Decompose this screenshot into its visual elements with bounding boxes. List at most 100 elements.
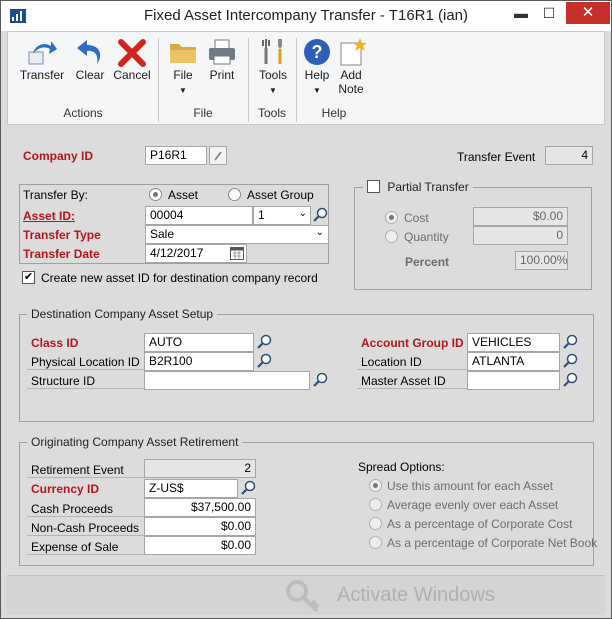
- master-asset-label: Master Asset ID: [357, 370, 467, 389]
- printer-icon: [209, 39, 235, 65]
- svg-text:?: ?: [312, 42, 323, 62]
- structure-id-field[interactable]: [144, 371, 310, 390]
- asset-id-field[interactable]: 00004: [145, 206, 253, 225]
- master-asset-field[interactable]: [467, 371, 560, 390]
- quantity-label: Quantity: [404, 230, 449, 244]
- asset-suffix-select[interactable]: 1 ⌄: [253, 206, 311, 225]
- help-menu-button[interactable]: ? Help ▼: [298, 36, 336, 106]
- spread-corporate-cost-radio[interactable]: [369, 517, 382, 530]
- physical-location-label: Physical Location ID: [27, 351, 144, 370]
- group-file-label: File: [193, 106, 213, 120]
- cash-proceeds-field[interactable]: $37,500.00: [144, 498, 256, 517]
- tools-dropdown-icon: ▼: [269, 86, 277, 95]
- help-dropdown-icon: ▼: [313, 86, 321, 95]
- asset-radio-label: Asset: [168, 188, 199, 202]
- transfer-button[interactable]: Transfer: [14, 36, 70, 106]
- transfer-date-label: Transfer Date: [23, 247, 100, 261]
- master-asset-lookup-icon[interactable]: [562, 372, 578, 388]
- company-id-field[interactable]: P16R1: [145, 146, 207, 165]
- percent-field: 100.00%: [515, 251, 568, 270]
- ribbon: Transfer Clear Cancel File ▼ Print Tools…: [7, 31, 605, 125]
- clear-label: Clear: [75, 68, 105, 82]
- calendar-icon[interactable]: [230, 246, 244, 260]
- spread-net-book-label: As a percentage of Corporate Net Book: [387, 536, 598, 550]
- class-id-field[interactable]: AUTO: [144, 333, 254, 352]
- undo-icon: [77, 40, 101, 64]
- spread-each-asset-radio[interactable]: [369, 479, 382, 492]
- spread-net-book-radio[interactable]: [369, 536, 382, 549]
- asset-group-radio[interactable]: [228, 188, 241, 201]
- maximize-button[interactable]: ☐: [535, 2, 563, 24]
- currency-id-field[interactable]: Z-US$: [144, 479, 238, 498]
- physical-location-lookup-icon[interactable]: [256, 353, 272, 369]
- help-icon: ?: [304, 39, 330, 65]
- activate-windows-watermark: Activate Windows: [337, 584, 495, 606]
- transfer-icon: [28, 41, 57, 65]
- transfer-type-label: Transfer Type: [23, 228, 101, 242]
- class-id-label: Class ID: [31, 336, 79, 350]
- tools-icon: [262, 39, 282, 64]
- create-new-asset-label: Create new asset ID for destination comp…: [41, 271, 318, 285]
- create-new-asset-checkbox[interactable]: ✔: [22, 271, 35, 284]
- transfer-type-select[interactable]: Sale ⌄: [145, 225, 329, 244]
- asset-id-label: Asset ID:: [23, 209, 76, 223]
- quantity-radio[interactable]: [385, 230, 398, 243]
- company-lookup-icon[interactable]: [209, 146, 227, 165]
- retirement-title: Originating Company Asset Retirement: [27, 435, 243, 449]
- add-note-label-1: Add: [340, 68, 362, 82]
- currency-lookup-icon[interactable]: [240, 480, 256, 496]
- non-cash-proceeds-field[interactable]: $0.00: [144, 517, 256, 536]
- cost-radio[interactable]: [385, 211, 398, 224]
- key-icon: [286, 580, 320, 613]
- minimize-button[interactable]: ▬: [507, 2, 535, 24]
- clear-button[interactable]: Clear: [70, 36, 110, 106]
- cash-proceeds-label: Cash Proceeds: [27, 498, 144, 517]
- tools-menu-button[interactable]: Tools ▼: [252, 36, 294, 106]
- structure-id-label: Structure ID: [27, 370, 144, 389]
- asset-suffix-value: 1: [258, 208, 265, 222]
- spread-average-radio[interactable]: [369, 498, 382, 511]
- class-lookup-icon[interactable]: [256, 334, 272, 350]
- chevron-down-icon: ⌄: [315, 227, 324, 238]
- location-id-field[interactable]: ATLANTA: [467, 352, 560, 371]
- retirement-event-label: Retirement Event: [27, 459, 144, 478]
- asset-radio[interactable]: [149, 188, 162, 201]
- percent-label: Percent: [405, 255, 450, 269]
- expense-of-sale-field[interactable]: $0.00: [144, 536, 256, 555]
- physical-location-field[interactable]: B2R100: [144, 352, 254, 371]
- structure-lookup-icon[interactable]: [312, 372, 328, 388]
- transfer-by-label: Transfer By:: [23, 188, 88, 202]
- transfer-type-value: Sale: [150, 227, 175, 241]
- partial-transfer-label: Partial Transfer: [387, 180, 469, 194]
- note-icon: [340, 38, 367, 66]
- location-id-label: Location ID: [357, 351, 467, 370]
- spread-average-label: Average evenly over each Asset: [387, 498, 559, 512]
- currency-id-label: Currency ID: [31, 482, 100, 496]
- account-group-field[interactable]: VEHICLES: [467, 333, 560, 352]
- asset-lookup-icon[interactable]: [312, 207, 328, 223]
- close-window-button[interactable]: ✕: [566, 2, 610, 24]
- add-note-button[interactable]: Add Note: [336, 36, 367, 106]
- partial-transfer-checkbox[interactable]: [367, 180, 380, 193]
- retirement-event-value: 2: [144, 459, 256, 478]
- location-lookup-icon[interactable]: [562, 353, 578, 369]
- file-menu-button[interactable]: File ▼: [164, 36, 202, 106]
- help-label: Help: [304, 68, 330, 82]
- company-id-label: Company ID: [23, 149, 94, 163]
- chevron-down-icon: ⌄: [298, 208, 307, 219]
- cancel-label: Cancel: [113, 68, 151, 82]
- file-label: File: [173, 68, 193, 82]
- cost-field: $0.00: [473, 207, 568, 226]
- print-button[interactable]: Print: [202, 36, 242, 106]
- cancel-button[interactable]: Cancel: [110, 36, 154, 106]
- account-group-lookup-icon[interactable]: [562, 334, 578, 350]
- account-group-label: Account Group ID: [361, 336, 464, 350]
- title-bar: Fixed Asset Intercompany Transfer - T16R…: [1, 1, 611, 31]
- group-help-label: Help: [321, 106, 347, 120]
- transfer-label: Transfer: [19, 68, 65, 82]
- group-actions-label: Actions: [63, 106, 103, 120]
- print-label: Print: [209, 68, 235, 82]
- quantity-field: 0: [473, 226, 568, 245]
- spread-corporate-cost-label: As a percentage of Corporate Cost: [387, 517, 573, 531]
- expense-of-sale-label: Expense of Sale: [27, 536, 144, 555]
